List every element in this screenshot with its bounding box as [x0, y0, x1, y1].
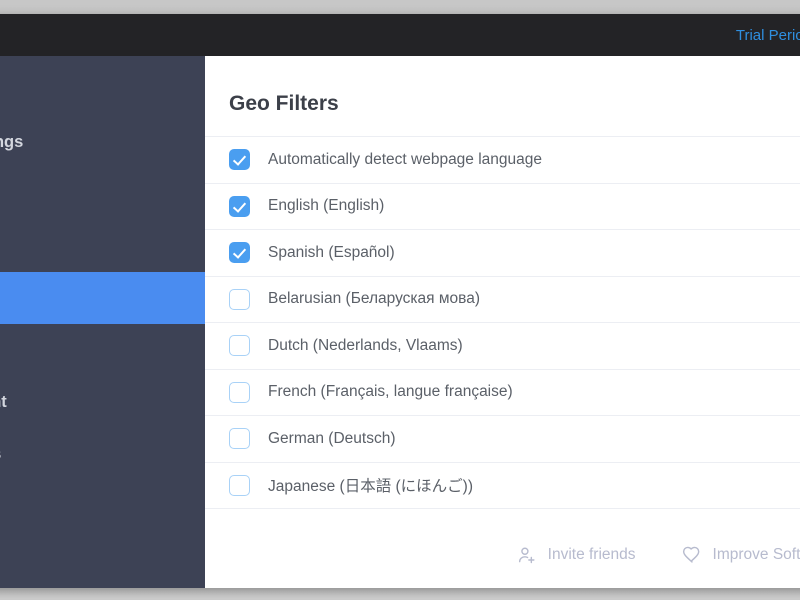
trial-period-link[interactable]: Trial Period	[736, 27, 800, 44]
footer-action-label: Improve Software	[712, 546, 800, 564]
filter-label: French (Français, langue française)	[268, 383, 513, 401]
sidebar-item-applications[interactable]: Applications	[0, 324, 205, 376]
sidebar-item-label: General settings	[0, 132, 24, 151]
geo-filter-list: Automatically detect webpage language Eng…	[205, 136, 800, 522]
sidebar-item-ad-filters[interactable]: Ad filters	[0, 220, 205, 272]
filter-row[interactable]: Dutch (Nederlands, Vlaams)	[205, 323, 800, 370]
sidebar-item-label: Invite Friends	[0, 445, 1, 464]
checkbox-checked-icon[interactable]	[229, 242, 250, 264]
checkbox-unchecked-icon[interactable]	[229, 474, 250, 496]
filter-row[interactable]: German (Deutsch)	[205, 416, 800, 463]
footer-action-improve-software[interactable]: Improve Software	[682, 545, 800, 565]
filter-label: Dutch (Nederlands, Vlaams)	[268, 336, 463, 354]
content-panel: Geo Filters Automatically detect webpage…	[205, 56, 800, 588]
filter-row[interactable]: French (Français, langue française)	[205, 370, 800, 416]
filter-row[interactable]: English (English)	[205, 184, 800, 230]
sidebar-item-geo-filters[interactable]: Geo Filters	[0, 272, 205, 324]
filter-label: Japanese (日本語 (にほんご))	[268, 478, 473, 496]
checkbox-checked-icon[interactable]	[229, 195, 250, 217]
filter-row[interactable]: Japanese (日本語 (にほんご))	[205, 463, 800, 509]
filter-label: German (Deutsch)	[268, 429, 396, 447]
heart-icon	[682, 545, 713, 565]
sidebar-item-general-settings[interactable]: General settings	[0, 116, 205, 168]
filter-row[interactable]: Automatically detect webpage language	[205, 137, 800, 184]
sidebar-item-label: Web Assistant	[0, 392, 7, 411]
sidebar-item-invite-friends[interactable]: Invite Friends	[0, 428, 205, 480]
window-body: Back General settings Rules EditorAd filte…	[0, 56, 800, 588]
filter-label: English (English)	[268, 197, 385, 215]
sidebar-item-my-account[interactable]: My Account	[0, 480, 205, 532]
page-title: Geo Filters	[229, 92, 339, 115]
application-window: StopAd PRO Trial Period Back General sett…	[0, 14, 800, 588]
filter-label: Automatically detect webpage language	[268, 150, 543, 168]
sidebar-item-back[interactable]: Back	[0, 64, 205, 116]
checkbox-unchecked-icon[interactable]	[229, 428, 250, 450]
checkbox-unchecked-icon[interactable]	[229, 335, 250, 357]
sidebar-item-web-assistant[interactable]: Web Assistant	[0, 376, 205, 428]
checkbox-unchecked-icon[interactable]	[229, 381, 250, 403]
sidebar: Back General settings Rules EditorAd filte…	[0, 56, 205, 588]
filter-row[interactable]: Spanish (Español)	[205, 230, 800, 277]
footer-action-invite-friends[interactable]: Invite friends	[517, 545, 636, 565]
checkbox-unchecked-icon[interactable]	[229, 288, 250, 310]
sidebar-item-about[interactable]: About	[0, 532, 205, 584]
title-bar: StopAd PRO Trial Period	[0, 14, 800, 56]
filter-label: Belarusian (Беларуская мова)	[268, 290, 480, 308]
person-plus-icon	[517, 545, 548, 565]
desktop-background: StopAd PRO Trial Period Back General sett…	[0, 0, 800, 600]
sidebar-item-rules-editor[interactable]: Rules Editor	[0, 168, 205, 220]
footer-bar: Invite friends Improve Software	[205, 522, 800, 588]
filter-row[interactable]: Belarusian (Беларуская мова)	[205, 277, 800, 323]
filter-label: Spanish (Español)	[268, 243, 395, 261]
footer-action-label: Invite friends	[547, 546, 636, 564]
checkbox-checked-icon[interactable]	[229, 149, 250, 171]
